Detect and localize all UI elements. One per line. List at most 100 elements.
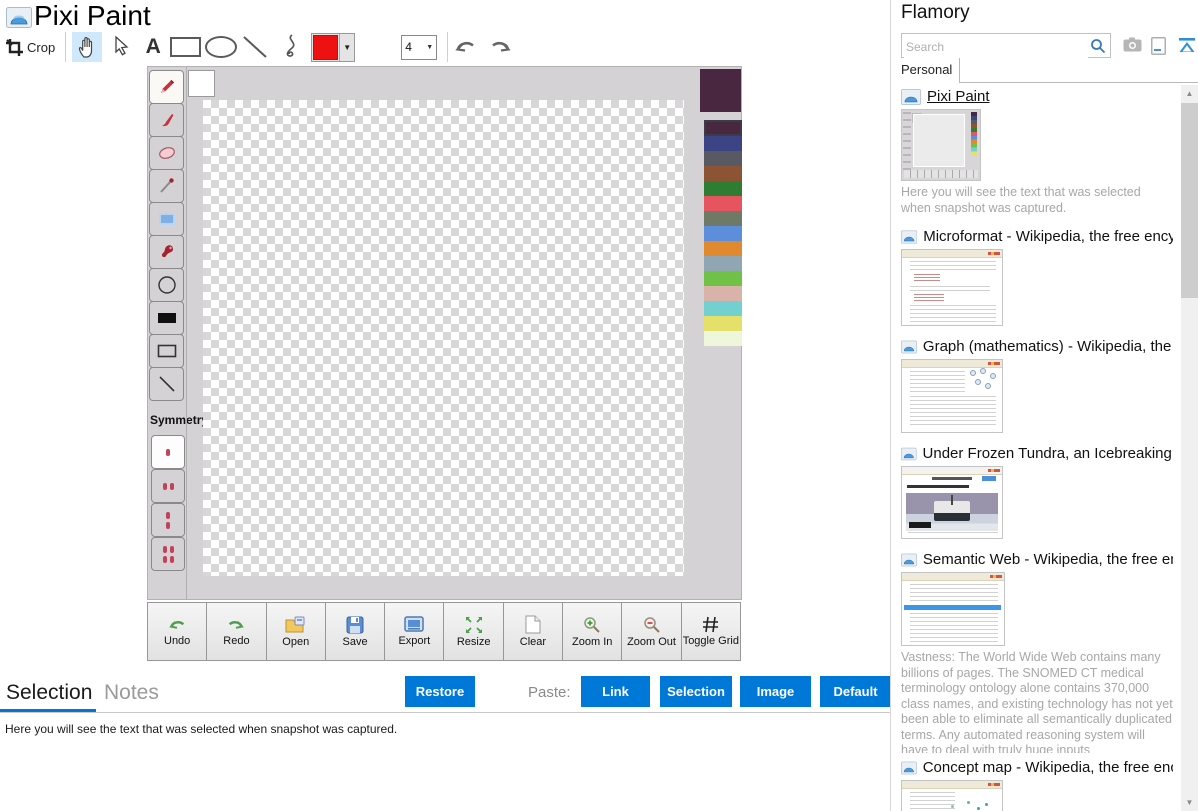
sidebar-scrollbar[interactable]: ▲ ▼	[1181, 85, 1198, 811]
action-label: Resize	[457, 636, 491, 648]
symmetry-none-button[interactable]	[151, 435, 185, 469]
color-picker-button[interactable]: ▼	[311, 33, 355, 62]
list-item-title[interactable]: Concept map - Wikipedia, the free encycl…	[901, 759, 1173, 776]
symmetry-vertical-button[interactable]	[151, 503, 185, 537]
line-draw-tool-button[interactable]	[149, 367, 184, 401]
palette-color[interactable]	[704, 241, 742, 256]
snapshot-description: Here you will see the text that was sele…	[901, 185, 1173, 216]
list-item-title[interactable]: Graph (mathematics) - Wikipedia, the fre…	[901, 338, 1173, 355]
hand-icon	[76, 35, 98, 59]
snapshot-thumbnail[interactable]	[901, 780, 1003, 811]
curve-tool-button[interactable]	[279, 32, 299, 62]
palette-color[interactable]	[704, 181, 742, 196]
action-label: Open	[282, 636, 309, 648]
clear-button[interactable]: Clear	[504, 603, 563, 660]
rectangle-outline-icon	[157, 344, 177, 358]
rectangle-tool-button[interactable]	[170, 32, 201, 62]
thumbnail-content	[910, 792, 955, 811]
palette-color[interactable]	[704, 196, 742, 211]
collapse-to-top-icon[interactable]	[1178, 38, 1196, 53]
paste-link-button[interactable]: Link	[581, 676, 650, 707]
eyedropper-tool-button[interactable]	[149, 169, 184, 203]
palette-color[interactable]	[704, 136, 742, 151]
palette-color[interactable]	[704, 120, 742, 136]
pencil-tool-button[interactable]	[149, 70, 184, 104]
symmetry-dot-icon	[166, 449, 170, 456]
filled-rectangle-tool-button[interactable]	[149, 301, 184, 335]
rectangle-outline-tool-button[interactable]	[149, 334, 184, 368]
line-thickness-button[interactable]	[369, 32, 395, 62]
thumbnail-content	[902, 360, 1002, 368]
palette-color[interactable]	[704, 271, 742, 286]
line-width-select[interactable]: 4 ▼	[401, 35, 437, 60]
action-label: Toggle Grid	[683, 635, 739, 647]
list-item-title[interactable]: Pixi Paint	[901, 88, 1173, 105]
circle-tool-button[interactable]	[149, 268, 184, 302]
palette-color[interactable]	[704, 331, 742, 346]
palette-color[interactable]	[704, 226, 742, 241]
list-item-title[interactable]: Under Frozen Tundra, an Icebreaking Ship…	[901, 445, 1173, 462]
zoom-out-button[interactable]: Zoom Out	[622, 603, 681, 660]
palette-color[interactable]	[704, 316, 742, 331]
redo-arrow-button[interactable]	[488, 32, 512, 62]
tab-notes[interactable]: Notes	[104, 681, 159, 705]
palette-color[interactable]	[704, 211, 742, 226]
paste-default-button[interactable]: Default	[820, 676, 891, 707]
palette-color[interactable]	[704, 151, 742, 166]
fill-tool-button[interactable]	[149, 235, 184, 269]
select-tool-button[interactable]	[149, 202, 184, 236]
palette-color[interactable]	[704, 166, 742, 181]
snapshot-icon	[901, 552, 917, 568]
drawing-canvas[interactable]	[203, 100, 684, 576]
export-icon	[404, 616, 424, 633]
palette-color[interactable]	[704, 301, 742, 316]
search-input[interactable]	[904, 35, 1088, 58]
eraser-tool-button[interactable]	[149, 136, 184, 170]
tab-selection[interactable]: Selection	[6, 681, 92, 705]
snapshot-thumbnail[interactable]	[901, 359, 1003, 433]
list-item-title[interactable]: Microformat - Wikipedia, the free encycl…	[901, 228, 1173, 245]
scrollbar-thumb[interactable]	[1181, 103, 1198, 298]
toggle-grid-button[interactable]: Toggle Grid	[682, 603, 740, 660]
thumbnail-content	[910, 261, 996, 271]
symmetry-quad-button[interactable]	[151, 537, 185, 571]
hand-tool-button[interactable]	[72, 32, 102, 62]
save-button[interactable]: Save	[326, 603, 385, 660]
scroll-down-icon[interactable]: ▼	[1181, 794, 1198, 811]
snapshot-thumbnail[interactable]	[901, 572, 1005, 646]
search-icon[interactable]	[1090, 38, 1106, 54]
snapshot-thumbnail[interactable]	[901, 466, 1003, 539]
crop-button[interactable]: Crop	[6, 32, 55, 62]
snapshot-thumbnail[interactable]	[901, 249, 1003, 326]
paste-selection-button[interactable]: Selection	[660, 676, 732, 707]
resize-button[interactable]: Resize	[444, 603, 503, 660]
palette-color[interactable]	[704, 256, 742, 271]
chevron-down-icon[interactable]: ▼	[339, 34, 354, 61]
undo-arrow-button[interactable]	[454, 32, 478, 62]
new-note-icon[interactable]	[1151, 37, 1166, 55]
ellipse-tool-button[interactable]	[205, 32, 237, 62]
restore-button[interactable]: Restore	[405, 676, 475, 707]
paste-image-button[interactable]: Image	[740, 676, 811, 707]
palette-color[interactable]	[704, 286, 742, 301]
tab-personal[interactable]: Personal	[901, 62, 952, 77]
brush-tool-button[interactable]	[149, 103, 184, 137]
redo-button[interactable]: Redo	[207, 603, 266, 660]
open-button[interactable]: Open	[267, 603, 326, 660]
scroll-up-icon[interactable]: ▲	[1181, 85, 1198, 102]
undo-button[interactable]: Undo	[148, 603, 207, 660]
blank-page-icon	[525, 615, 541, 634]
undo-arrow-icon	[454, 36, 478, 58]
zoom-in-button[interactable]: Zoom In	[563, 603, 622, 660]
text-tool-button[interactable]: A	[140, 32, 166, 62]
symmetry-horizontal-button[interactable]	[151, 469, 185, 503]
paint-workspace: Symmetry	[147, 66, 742, 600]
thumbnail-content	[910, 286, 990, 292]
export-button[interactable]: Export	[385, 603, 444, 660]
snapshot-thumbnail[interactable]	[901, 109, 981, 181]
camera-icon[interactable]	[1123, 37, 1142, 52]
selection-icon	[158, 212, 176, 226]
pointer-tool-button[interactable]	[106, 32, 136, 62]
line-tool-button[interactable]	[241, 32, 269, 62]
list-item-title[interactable]: Semantic Web - Wikipedia, the free encyc…	[901, 551, 1173, 568]
